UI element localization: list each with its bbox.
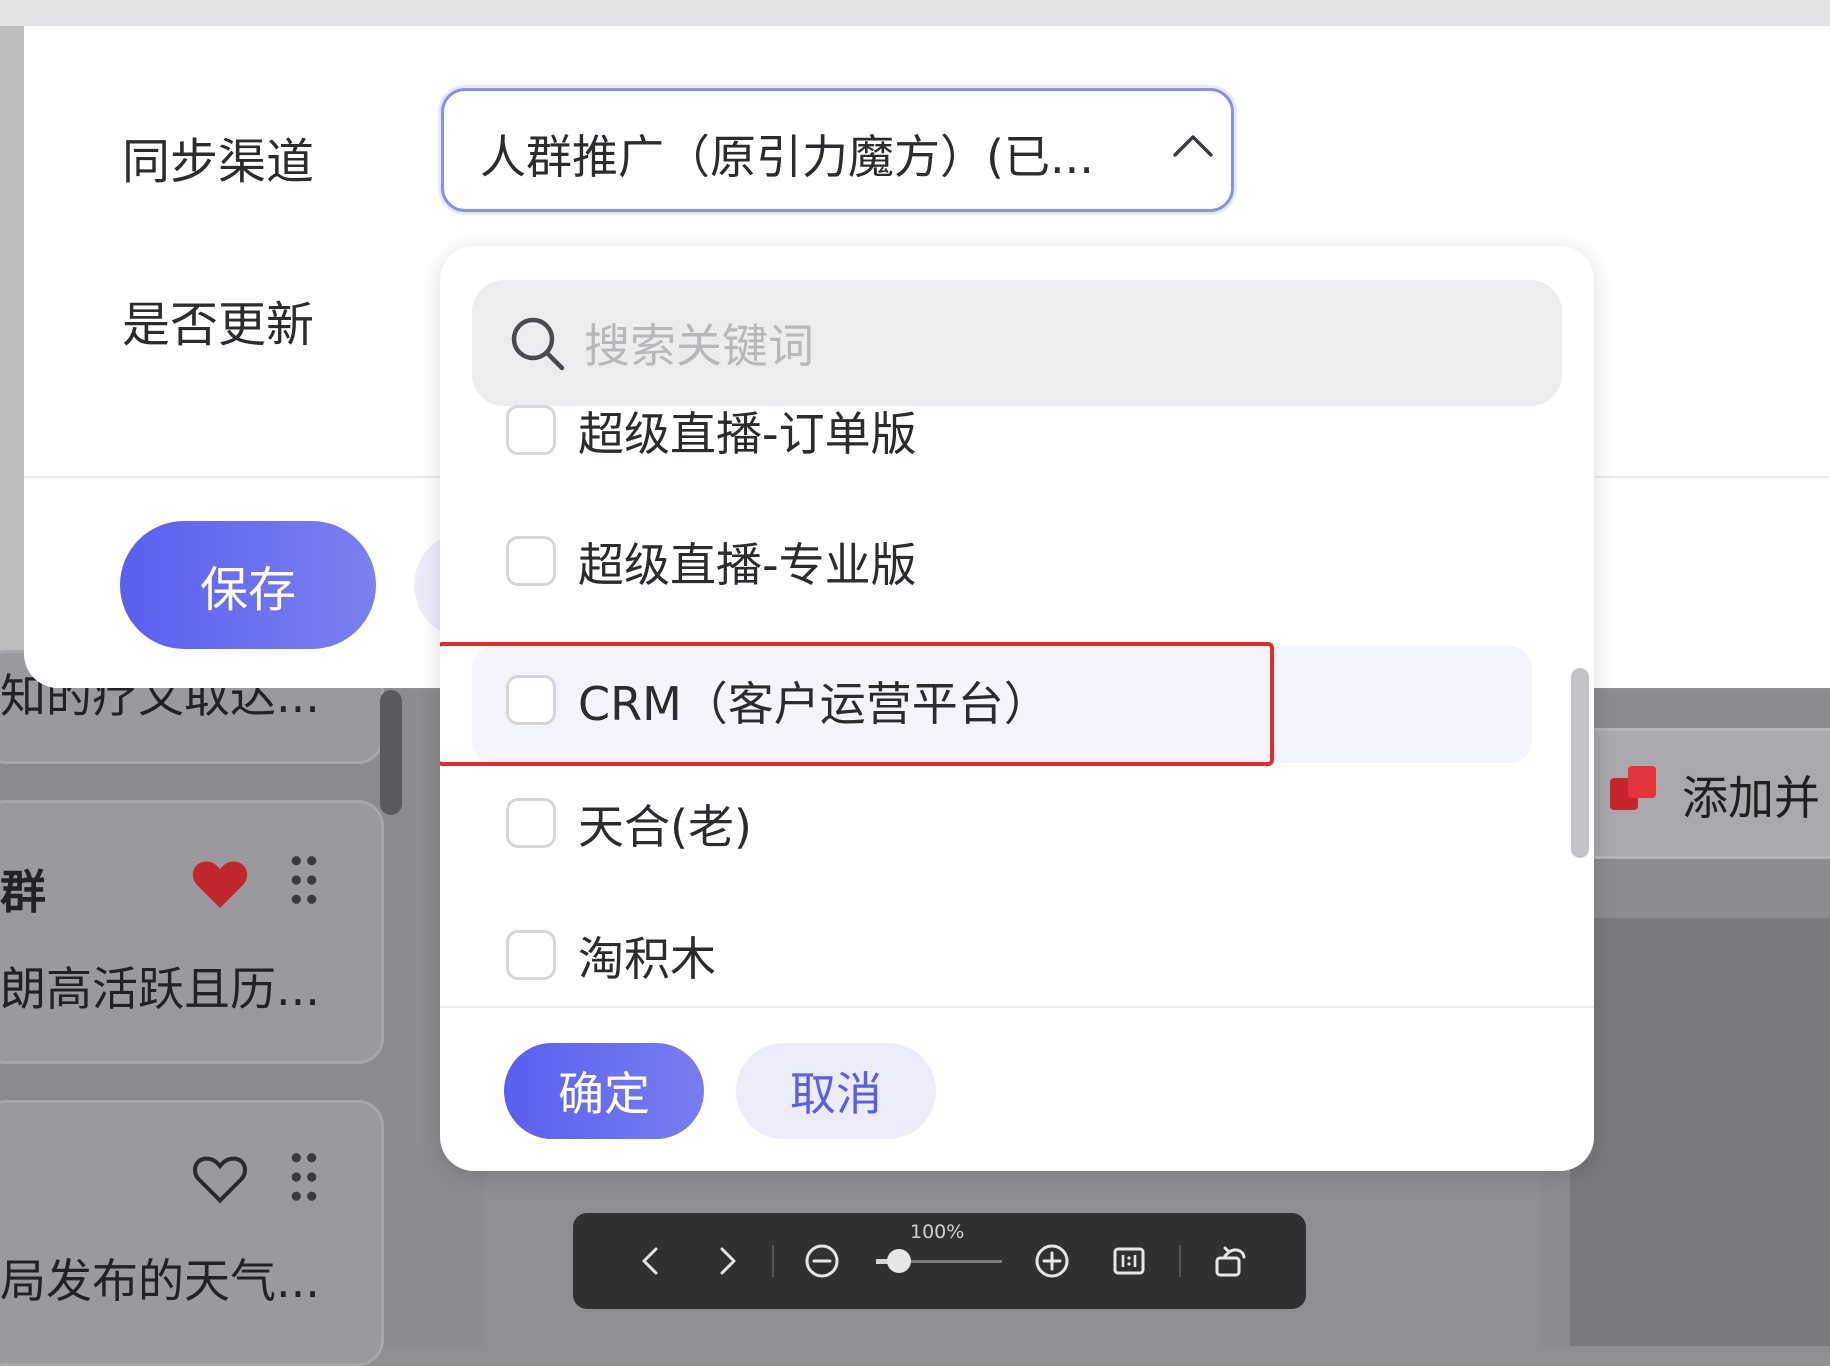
zoom-level-label: 100% bbox=[910, 1221, 965, 1243]
heart-outline-icon[interactable] bbox=[190, 1150, 250, 1206]
rotate-icon[interactable] bbox=[1211, 1240, 1251, 1280]
chevron-up-icon bbox=[1173, 135, 1213, 157]
dropdown-divider bbox=[440, 1006, 1594, 1008]
select-value: 人群推广（原引力魔方）(已... bbox=[480, 130, 1094, 184]
annotation-highlight-box bbox=[440, 642, 1274, 766]
channel-dropdown: 搜索关键词 超级直播-订单版 超级直播-专业版 CRM（客户运营平台） 天合(老… bbox=[440, 246, 1594, 1171]
zoom-slider-handle[interactable] bbox=[887, 1249, 911, 1273]
drag-handle-icon[interactable] bbox=[288, 853, 320, 907]
card-title: 群 bbox=[0, 865, 46, 916]
zoom-out-icon[interactable] bbox=[803, 1242, 841, 1280]
option-label: 天合(老) bbox=[578, 800, 752, 854]
option-item[interactable]: 淘积木 bbox=[472, 901, 1532, 1013]
save-button[interactable]: 保存 bbox=[120, 521, 376, 649]
sync-channel-label: 同步渠道 bbox=[122, 134, 315, 190]
actual-size-icon[interactable] bbox=[1111, 1243, 1147, 1279]
heart-filled-icon[interactable] bbox=[190, 855, 250, 911]
sync-channel-select[interactable]: 人群推广（原引力魔方）(已... bbox=[441, 88, 1234, 212]
confirm-button[interactable]: 确定 bbox=[504, 1043, 704, 1139]
update-label: 是否更新 bbox=[122, 297, 315, 353]
zoom-in-icon[interactable] bbox=[1033, 1242, 1071, 1280]
background-scrollbar bbox=[380, 690, 402, 815]
toolbar-separator bbox=[772, 1245, 774, 1277]
card-description: 朗高活跃且历... bbox=[0, 962, 320, 1013]
top-strip bbox=[0, 0, 1830, 26]
image-viewer-toolbar: 100% bbox=[573, 1213, 1306, 1309]
option-label: 超级直播-订单版 bbox=[578, 407, 917, 461]
option-label: 超级直播-专业版 bbox=[578, 538, 917, 592]
background-card bbox=[0, 800, 384, 1064]
option-checkbox[interactable] bbox=[506, 930, 556, 980]
previous-icon[interactable] bbox=[633, 1243, 669, 1279]
toolbar-separator bbox=[1179, 1245, 1181, 1277]
background-panel-lower bbox=[1570, 918, 1830, 1346]
option-checkbox[interactable] bbox=[506, 536, 556, 586]
app-logo-icon bbox=[1610, 766, 1656, 810]
cancel-button[interactable]: 取消 bbox=[736, 1043, 936, 1139]
option-checkbox[interactable] bbox=[506, 405, 556, 455]
drag-handle-icon[interactable] bbox=[288, 1150, 320, 1204]
card-description: 局发布的天气... bbox=[0, 1254, 320, 1305]
option-item[interactable]: 天合(老) bbox=[472, 769, 1532, 881]
dropdown-scrollbar[interactable] bbox=[1571, 668, 1589, 858]
search-placeholder: 搜索关键词 bbox=[584, 319, 814, 373]
option-item[interactable]: 超级直播-订单版 bbox=[472, 376, 1532, 488]
background-card bbox=[0, 1100, 384, 1366]
option-checkbox[interactable] bbox=[506, 798, 556, 848]
add-button-label: 添加并 bbox=[1682, 771, 1820, 822]
next-icon[interactable] bbox=[709, 1243, 745, 1279]
search-icon bbox=[511, 317, 565, 371]
option-label: 淘积木 bbox=[578, 932, 716, 986]
option-item[interactable]: 超级直播-专业版 bbox=[472, 507, 1532, 619]
background-sidebar bbox=[0, 26, 24, 706]
